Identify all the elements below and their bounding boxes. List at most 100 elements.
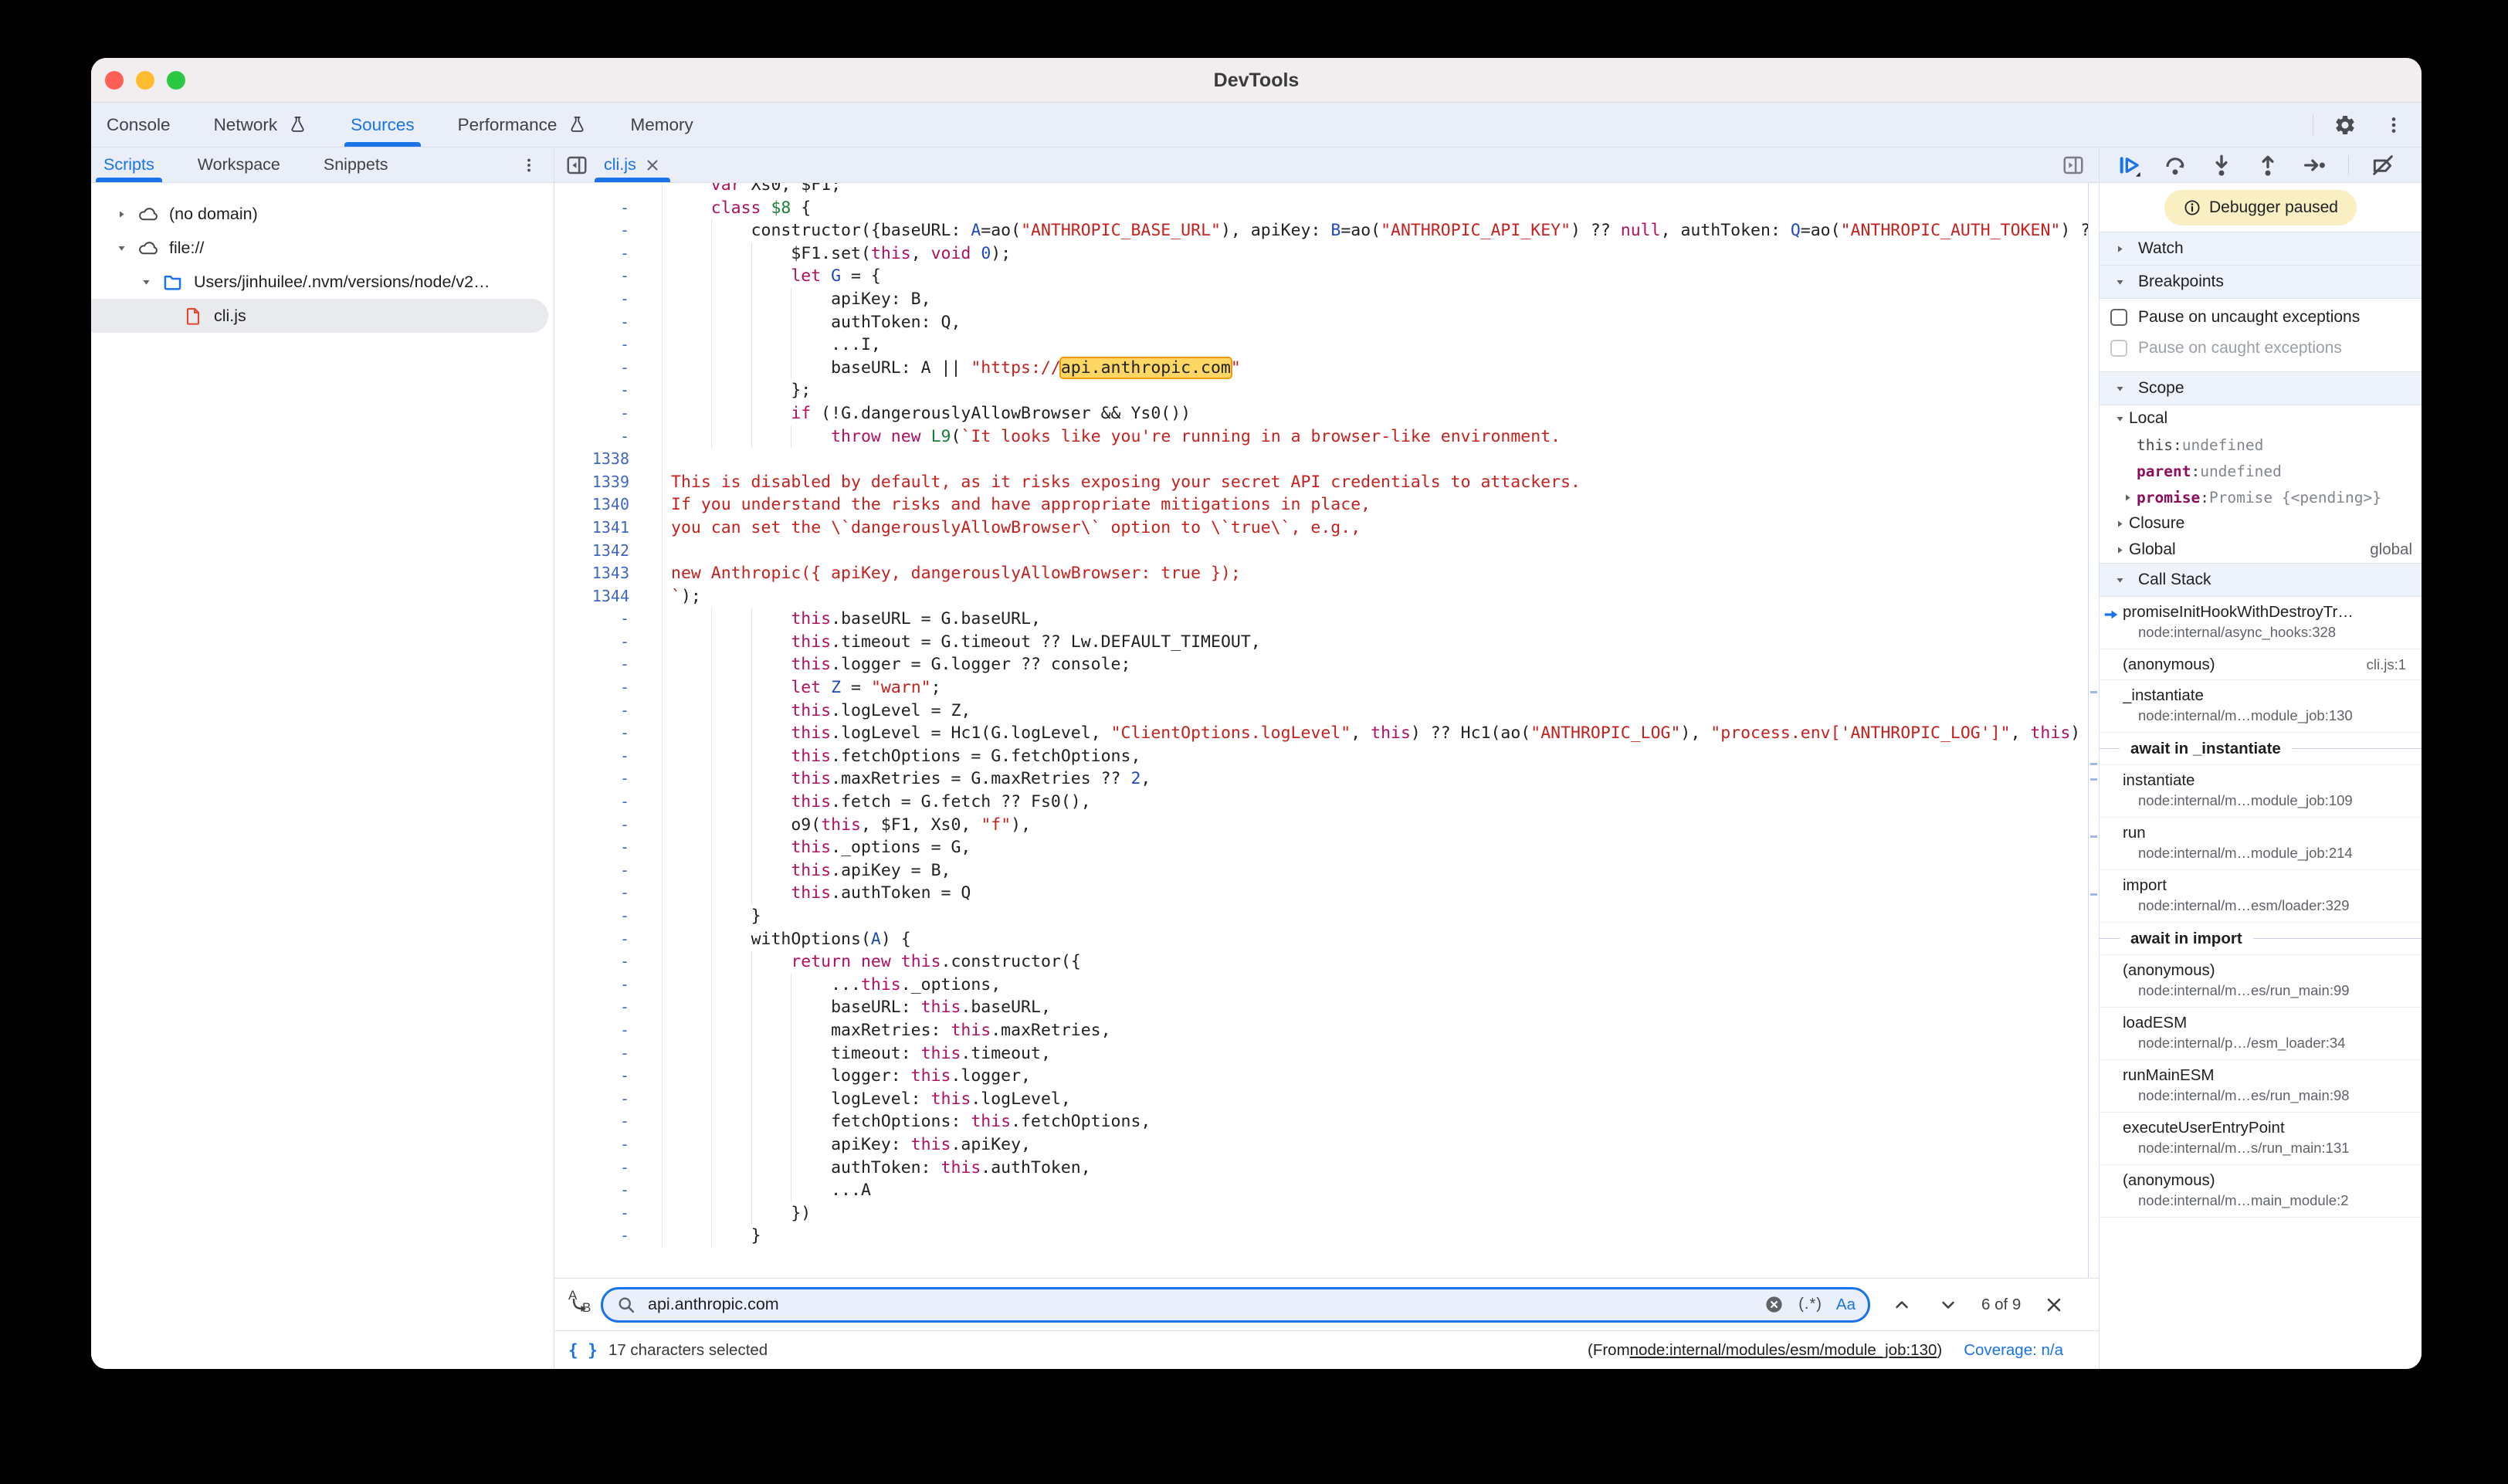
line-number[interactable]: - [554, 1065, 663, 1088]
line-number[interactable]: - [554, 1202, 663, 1225]
replace-toggle-icon[interactable]: A B [565, 1289, 596, 1320]
line-number[interactable]: 1340 [554, 493, 663, 517]
scope-row-promise[interactable]: promise: Promise {<pending>} [2100, 484, 2422, 510]
section-call-stack[interactable]: Call Stack [2100, 563, 2422, 597]
scope-row-Closure[interactable]: Closure [2100, 510, 2422, 537]
line-number[interactable]: - [554, 1042, 663, 1066]
callstack-frame[interactable]: (anonymous)node:internal/m…es/run_main:9… [2100, 955, 2422, 1008]
tab-clijs[interactable]: cli.js [593, 147, 672, 182]
line-number[interactable]: - [554, 950, 663, 974]
line-number[interactable]: 1344 [554, 585, 663, 608]
main-tab-console[interactable]: Console [102, 103, 175, 147]
line-number[interactable]: - [554, 219, 663, 242]
scope-row-parent[interactable]: parent: undefined [2100, 458, 2422, 484]
line-number[interactable]: - [554, 1133, 663, 1157]
line-number[interactable]: - [554, 996, 663, 1019]
line-number[interactable]: 1343 [554, 562, 663, 585]
checkbox[interactable] [2110, 309, 2127, 326]
callstack-frame[interactable]: importnode:internal/m…esm/loader:329 [2100, 870, 2422, 923]
match-case-toggle[interactable]: Aa [1836, 1296, 1856, 1314]
line-number[interactable]: 1341 [554, 517, 663, 540]
line-number[interactable]: - [554, 197, 663, 220]
tree-item--no-domain-[interactable]: (no domain) [91, 197, 554, 231]
line-number[interactable]: - [554, 288, 663, 311]
chevron-down-icon[interactable] [2110, 413, 2129, 425]
line-number[interactable]: - [554, 745, 663, 768]
callstack-frame[interactable]: _instantiatenode:internal/m…module_job:1… [2100, 680, 2422, 733]
line-number[interactable]: - [554, 425, 663, 449]
line-number[interactable]: - [554, 265, 663, 288]
scope-row-Local[interactable]: Local [2100, 405, 2422, 432]
line-number[interactable]: - [554, 700, 663, 723]
callstack-frame[interactable]: executeUserEntryPointnode:internal/m…s/r… [2100, 1113, 2422, 1165]
previous-match-icon[interactable] [1892, 1295, 1912, 1315]
navigator-tab-workspace[interactable]: Workspace [191, 147, 286, 182]
callstack-frame[interactable]: loadESMnode:internal/p…/esm_loader:34 [2100, 1008, 2422, 1060]
tree-item-cli-js[interactable]: cli.js [91, 299, 548, 333]
line-number[interactable]: - [554, 767, 663, 791]
line-number[interactable]: - [554, 653, 663, 676]
section-scope[interactable]: Scope [2100, 371, 2422, 405]
line-number[interactable]: - [554, 242, 663, 266]
line-number[interactable]: 1338 [554, 448, 663, 471]
show-debugger-sidebar-icon[interactable] [2062, 154, 2085, 177]
more-options-icon[interactable] [2383, 114, 2405, 136]
editor-scrollbar[interactable] [2088, 183, 2099, 1278]
line-number[interactable]: - [554, 357, 663, 380]
callstack-frame[interactable]: (anonymous)cli.js:1 [2100, 649, 2422, 680]
main-tab-sources[interactable]: Sources [346, 103, 419, 147]
line-number[interactable]: 1339 [554, 471, 663, 494]
line-number[interactable]: - [554, 334, 663, 357]
line-number[interactable]: - [554, 1179, 663, 1202]
callstack-frame[interactable]: runMainESMnode:internal/m…es/run_main:98 [2100, 1060, 2422, 1113]
close-search-icon[interactable] [2044, 1295, 2064, 1315]
main-tab-performance[interactable]: Performance [453, 103, 592, 147]
line-number[interactable]: - [554, 1157, 663, 1180]
line-number[interactable]: - [554, 836, 663, 859]
tree-item-users-jinhuilee-nvm-versions-node-v2-[interactable]: Users/jinhuilee/.nvm/versions/node/v2… [91, 265, 554, 299]
main-tab-memory[interactable]: Memory [625, 103, 697, 147]
line-number[interactable]: - [554, 608, 663, 631]
settings-gear-icon[interactable] [2333, 114, 2357, 137]
main-tab-network[interactable]: Network [209, 103, 313, 147]
scope-row-this[interactable]: this: undefined [2100, 432, 2422, 458]
chevron-right-icon[interactable] [2118, 492, 2137, 503]
chevron-down-icon[interactable] [113, 242, 130, 254]
line-number[interactable]: - [554, 402, 663, 425]
line-number[interactable]: - [554, 791, 663, 814]
line-number[interactable]: - [554, 311, 663, 334]
line-number[interactable]: - [554, 905, 663, 928]
checkbox[interactable] [2110, 340, 2127, 357]
line-number[interactable]: - [554, 631, 663, 654]
line-number[interactable]: 1342 [554, 540, 663, 563]
line-number[interactable]: - [554, 974, 663, 997]
line-number[interactable]: - [554, 676, 663, 700]
step-over-icon[interactable] [2163, 153, 2188, 178]
step-into-icon[interactable] [2209, 153, 2234, 178]
close-tab-icon[interactable] [644, 157, 661, 174]
chevron-right-icon[interactable] [113, 208, 130, 220]
regex-toggle[interactable]: (.*) [1798, 1296, 1822, 1313]
step-out-icon[interactable] [2256, 153, 2280, 178]
chevron-down-icon[interactable] [137, 276, 154, 288]
callstack-frame[interactable]: instantiatenode:internal/m…module_job:10… [2100, 765, 2422, 818]
clear-search-icon[interactable] [1764, 1294, 1784, 1315]
line-number[interactable]: - [554, 1225, 663, 1248]
breakpoint-option[interactable]: Pause on uncaught exceptions [2100, 302, 2422, 333]
scope-row-Global[interactable]: Globalglobal [2100, 537, 2422, 563]
section-breakpoints[interactable]: Breakpoints [2100, 265, 2422, 299]
search-field[interactable]: (.*) Aa [601, 1287, 1870, 1323]
line-number[interactable] [554, 183, 663, 197]
pretty-print-icon[interactable]: { } [568, 1341, 598, 1360]
line-number[interactable]: - [554, 928, 663, 951]
navigator-tab-snippets[interactable]: Snippets [317, 147, 395, 182]
navigator-tab-scripts[interactable]: Scripts [97, 147, 161, 182]
navigator-more-icon[interactable] [520, 156, 538, 174]
line-number[interactable]: - [554, 1110, 663, 1133]
callstack-frame[interactable]: promiseInitHookWithDestroyTr…node:intern… [2100, 597, 2422, 649]
callstack-frame[interactable]: runnode:internal/m…module_job:214 [2100, 818, 2422, 870]
chevron-right-icon[interactable] [2110, 518, 2129, 530]
line-number[interactable]: - [554, 859, 663, 883]
hide-navigator-icon[interactable] [565, 154, 588, 177]
line-number[interactable]: - [554, 722, 663, 745]
